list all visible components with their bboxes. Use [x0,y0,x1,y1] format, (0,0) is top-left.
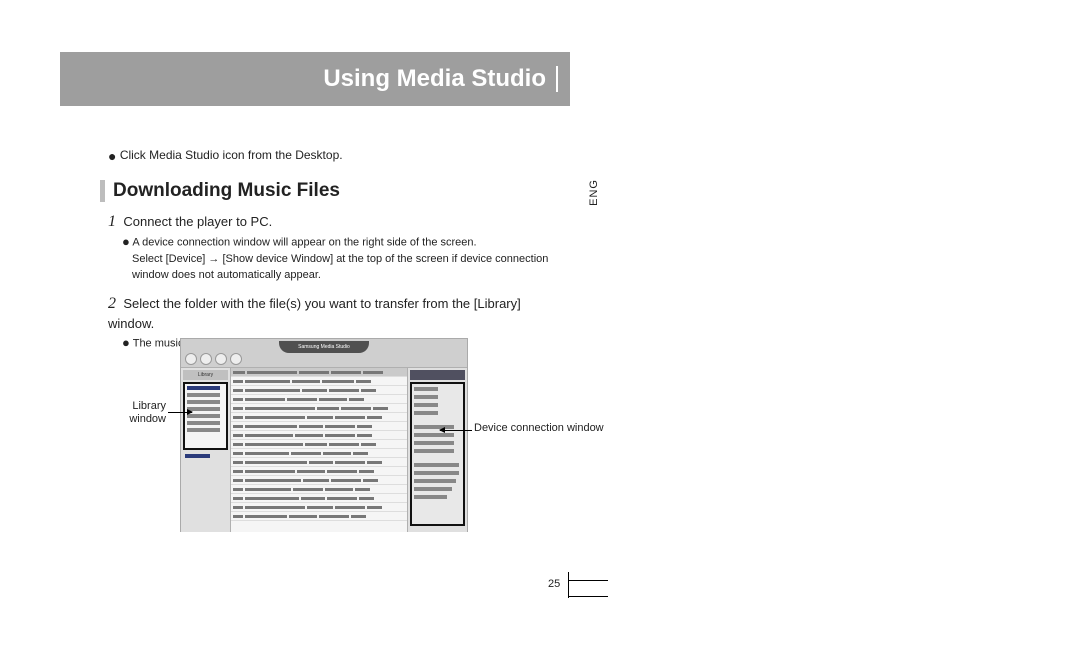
chapter-header: Using Media Studio [60,52,570,106]
section-title: Downloading Music Files [113,180,340,202]
file-list-panel [231,368,407,532]
step-1-sub: ● A device connection window will appear… [122,233,568,284]
footer-divider [568,572,569,598]
library-panel: Library [181,368,231,532]
section-heading: Downloading Music Files [100,180,340,202]
step-number: 1 [108,213,116,230]
toolbar-buttons [185,353,242,365]
footer-rule [568,580,608,581]
app-title-badge: Samsung Media Studio [279,341,369,353]
bullet-icon: ● [122,234,130,249]
sub-text: Select [Device] → [Show device Window] a… [132,252,568,284]
intro-text: Click Media Studio icon from the Desktop… [120,148,343,162]
header-separator [556,66,558,92]
step-text: Select the folder with the file(s) you w… [108,296,521,331]
device-panel [407,368,467,532]
step-1: 1 Connect the player to PC. ● A device c… [108,210,568,284]
library-header: Library [183,370,228,380]
device-header [410,370,465,380]
arrow-left-icon [440,430,472,431]
step-number: 2 [108,295,116,312]
step-text: Connect the player to PC. [123,214,272,229]
app-toolbar: Samsung Media Studio [181,339,467,368]
bullet-icon: ● [122,335,130,350]
callout-library: Library window [116,400,166,426]
device-tree-highlight [410,382,465,526]
footer-rule [568,596,608,597]
arrow-right-icon [168,412,192,413]
library-tree-highlight [183,382,228,450]
intro-bullet: ● Click Media Studio icon from the Deskt… [108,148,343,162]
chapter-title: Using Media Studio [323,65,546,93]
app-screenshot: Samsung Media Studio Library [180,338,468,532]
page-number: 25 [548,578,560,590]
sub-text: A device connection window will appear o… [132,237,476,249]
language-tab: ENG [588,179,600,206]
bullet-icon: ● [108,148,116,164]
callout-device: Device connection window [474,422,604,435]
section-bar-icon [100,180,105,202]
